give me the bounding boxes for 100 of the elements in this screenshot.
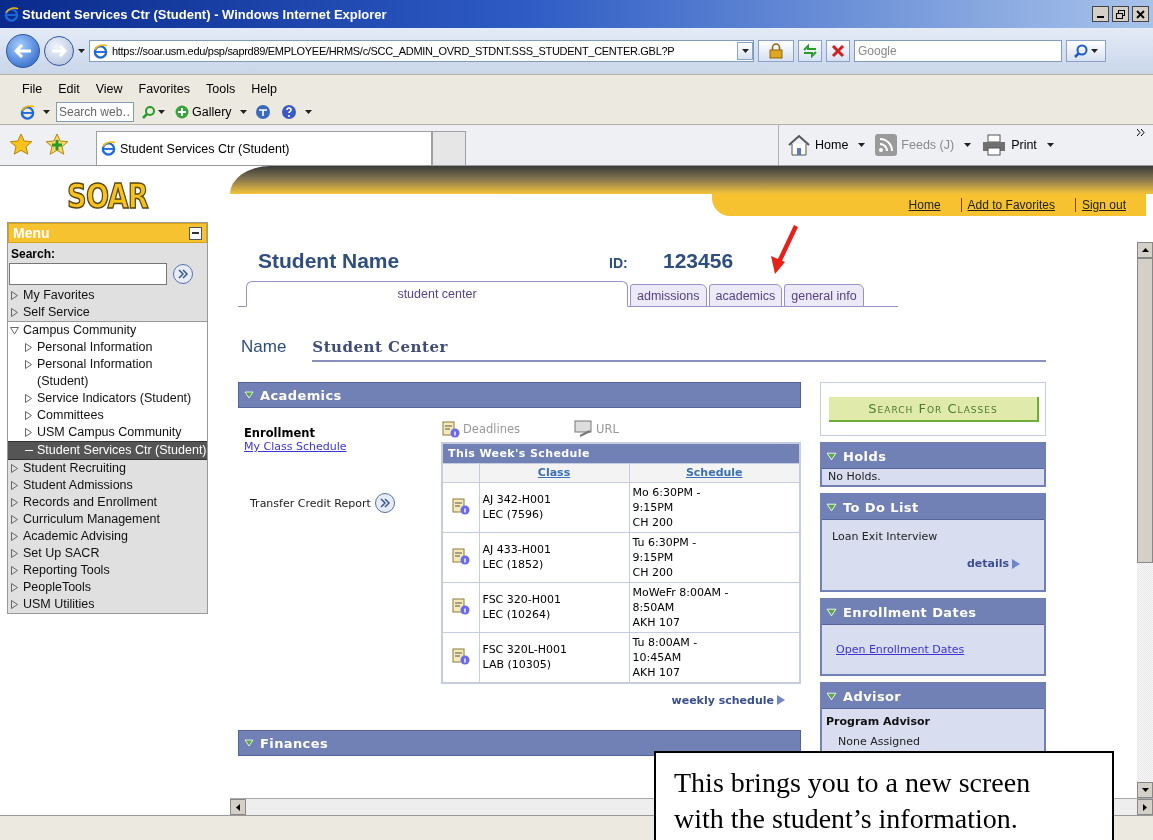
class-schedule-link[interactable]: My Class Schedule [244, 440, 441, 453]
chevron-double-right-icon[interactable] [1137, 129, 1145, 136]
search-button[interactable] [1066, 40, 1106, 62]
refresh-button[interactable] [798, 40, 822, 62]
menu-bar-item[interactable]: Help [243, 82, 285, 96]
dropdown-button[interactable] [737, 42, 753, 60]
calendar-info-icon [450, 645, 471, 666]
stop-button[interactable] [826, 40, 850, 62]
tab[interactable]: academics [708, 284, 783, 307]
callout-tooltip: This brings you to a new screen with the student’s information. [654, 751, 1114, 840]
transfer-credit-link[interactable]: Transfer Credit Report [250, 496, 371, 510]
menu-item[interactable]: USM Utilities [8, 596, 207, 613]
menu-item[interactable]: Curriculum Management [8, 511, 207, 528]
printer-icon [981, 134, 1008, 156]
minimize-button[interactable] [1092, 6, 1109, 22]
section-header[interactable]: Academics [238, 382, 801, 408]
close-button[interactable] [1132, 6, 1149, 22]
student-id: 123456 [663, 249, 734, 273]
triangle-down-icon [10, 326, 19, 335]
calendar-info-icon [441, 419, 461, 439]
menu-item[interactable]: Campus Community [8, 322, 207, 339]
name-label: Name [241, 337, 287, 357]
menu-item[interactable]: Student Admissions [8, 477, 207, 494]
page-title: Student Center [312, 338, 1046, 362]
triangle-down-icon [826, 606, 837, 618]
caret-icon [741, 49, 749, 53]
enrollment-dates-link[interactable]: Open Enrollment Dates [836, 643, 1030, 656]
header-link[interactable]: Home [902, 198, 961, 212]
column-header-link[interactable]: Class [537, 466, 571, 479]
collapse-button[interactable] [189, 226, 202, 240]
arrow-right-icon [777, 695, 785, 705]
restore-icon [1116, 9, 1125, 19]
go-button[interactable] [374, 493, 395, 513]
add-favorite-icon[interactable] [44, 133, 70, 157]
menu-item[interactable]: Committees [8, 407, 207, 424]
command-button[interactable]: Print [981, 134, 1037, 156]
search-field[interactable]: Google [854, 40, 1062, 62]
menu-bar-item[interactable]: Favorites [130, 82, 198, 96]
menu-item[interactable]: Student Services Ctr (Student) [8, 441, 207, 460]
house-icon [787, 134, 811, 156]
restore-button[interactable] [1112, 6, 1129, 22]
command-button[interactable]: Home [787, 134, 849, 156]
gallery-button[interactable]: Gallery [173, 105, 234, 119]
triangle-down-icon [826, 690, 837, 702]
search-go-button[interactable] [173, 264, 193, 284]
search-icon [1074, 44, 1088, 58]
rss-icon [875, 134, 898, 156]
browser-tab[interactable]: Student Services Ctr (Student) [96, 131, 432, 165]
details-link[interactable]: details [966, 557, 1020, 570]
lock-button[interactable] [758, 40, 794, 62]
star-icon[interactable] [8, 133, 34, 157]
section-title: Academics [260, 387, 342, 403]
tab[interactable]: general info [784, 284, 864, 307]
menu-bar-item[interactable]: File [14, 82, 51, 96]
stop-icon [831, 44, 845, 58]
arrow-right-icon [1012, 558, 1020, 569]
menu-bar-item[interactable]: Tools [198, 82, 244, 96]
menu-item[interactable]: Student Recruiting [8, 460, 207, 477]
menu-item[interactable]: Academic Advising [8, 528, 207, 545]
menu-bar-item[interactable]: View [87, 82, 131, 96]
panel-text: No Holds. [828, 470, 882, 483]
caret-icon [964, 143, 972, 147]
triangle-down-icon [826, 450, 837, 462]
menu-item[interactable]: PeopleTools [8, 579, 207, 596]
header-link[interactable]: Sign out [1074, 198, 1146, 212]
tab[interactable]: student center [246, 281, 628, 307]
panel-title: Enrollment Dates [843, 604, 977, 620]
tab[interactable]: admissions [630, 284, 707, 307]
menu-item[interactable]: Records and Enrollment [8, 494, 207, 511]
web-search-field[interactable]: Search web… [56, 102, 134, 122]
arrow-right-icon [51, 45, 67, 57]
section-header[interactable]: Finances [238, 730, 801, 756]
search-classes-button[interactable]: Search For Classes [829, 396, 1039, 422]
menu-bar-item[interactable]: Edit [50, 82, 88, 96]
menu-item[interactable]: Service Indicators (Student) [8, 390, 207, 407]
forward-button[interactable] [44, 36, 74, 66]
close-icon [1136, 9, 1145, 19]
menu-item[interactable]: My Favorites [8, 287, 207, 304]
header-link[interactable]: Add to Favorites [960, 198, 1075, 212]
arrow-left-icon [14, 44, 32, 58]
caret-icon [858, 143, 866, 147]
menu-item[interactable]: Personal Information (Student) [8, 356, 207, 390]
address-field[interactable]: https://soar.usm.edu/psp/saprd89/EMPLOYEE/HRMS/c/SCC_ADMIN_OVRD_STDNT.SSS_STUDENT_CENTER.GBL?P [89, 40, 754, 62]
menu-item[interactable]: Set Up SACR [8, 545, 207, 562]
monitor-icon [574, 420, 595, 438]
vertical-scrollbar[interactable] [1137, 242, 1153, 798]
search-button[interactable] [140, 105, 167, 119]
menu-title: Menu [13, 225, 50, 241]
menu-item[interactable]: USM Campus Community [8, 424, 207, 441]
logo: SOAR [66, 175, 149, 218]
menu-item[interactable]: Personal Information [8, 339, 207, 356]
calendar-info-icon [450, 495, 471, 516]
menu-search-field[interactable] [9, 263, 167, 285]
arrow-left-icon [236, 803, 240, 811]
table-cell: AJ 433-H001 LEC (1852) [479, 532, 629, 582]
menu-item[interactable]: Self Service [8, 304, 207, 321]
caret-icon [1046, 143, 1054, 147]
weekly-schedule-link[interactable]: weekly schedule [671, 693, 785, 707]
menu-item[interactable]: Reporting Tools [8, 562, 207, 579]
back-button[interactable] [6, 34, 40, 68]
